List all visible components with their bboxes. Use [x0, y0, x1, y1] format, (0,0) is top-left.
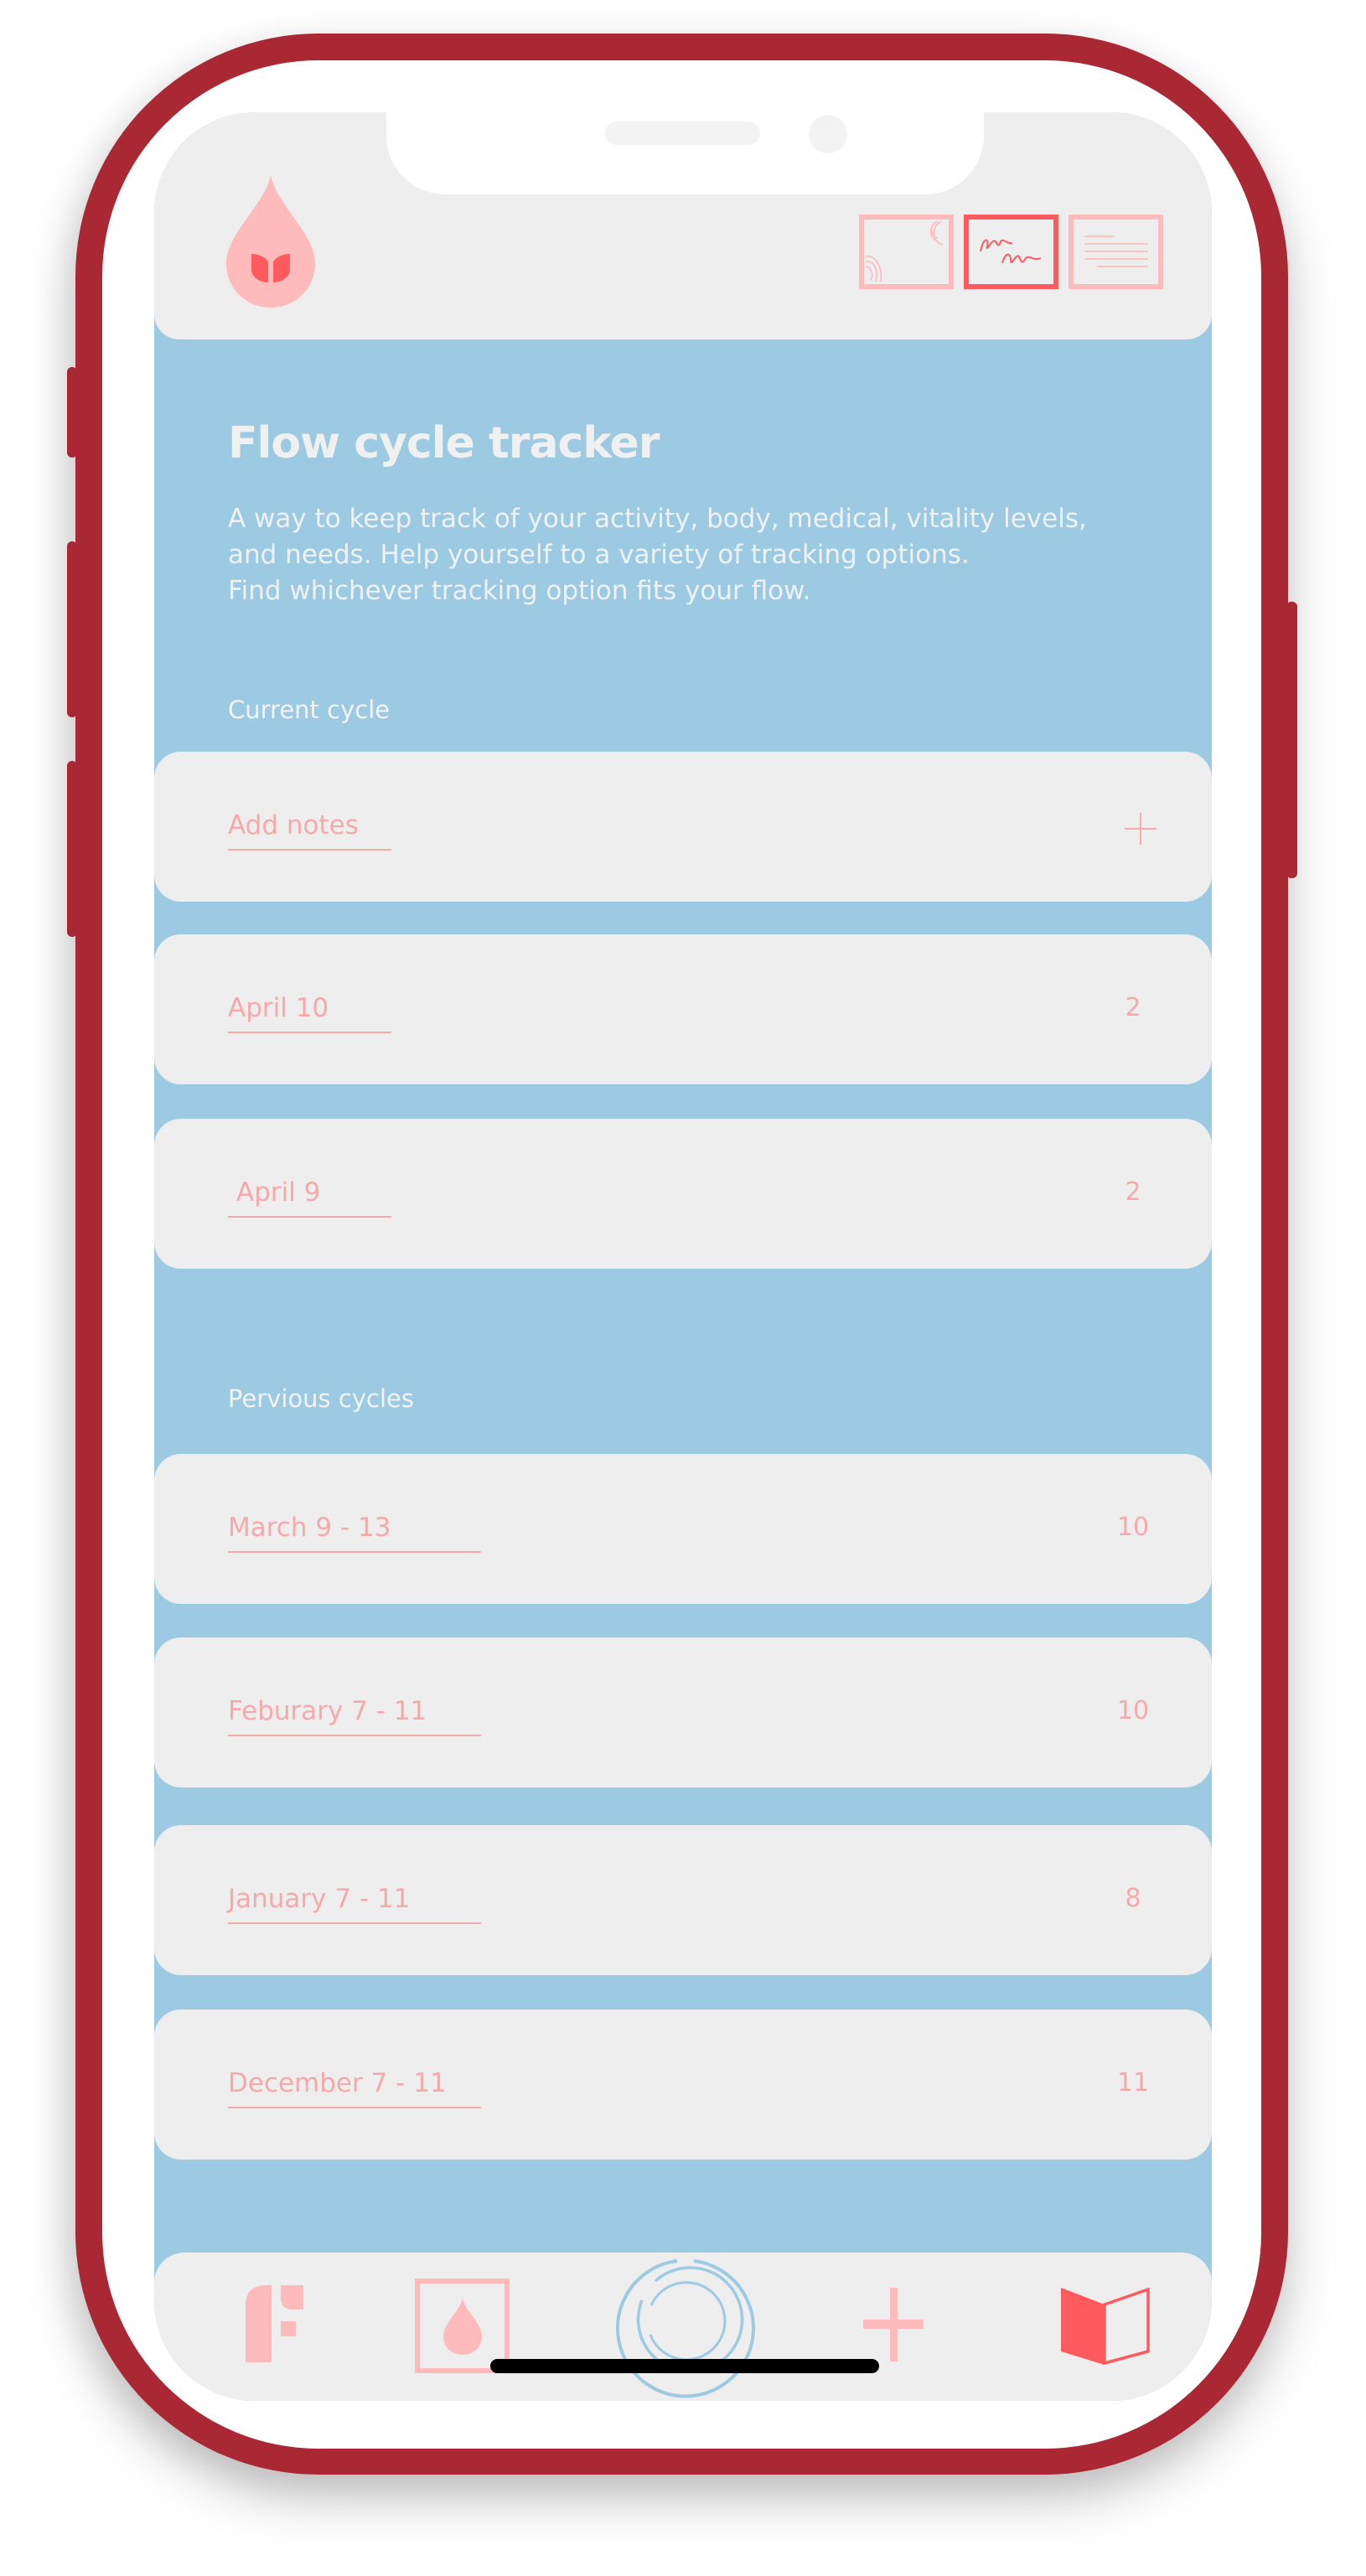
- entry-date: April 10: [228, 993, 329, 1023]
- entry-date: April 9: [236, 1177, 321, 1208]
- cycle-value: 10: [1116, 1513, 1150, 1542]
- view-toggle-scribble[interactable]: [964, 215, 1058, 289]
- volume-down-button: [67, 761, 77, 937]
- cycle-value: 11: [1116, 2068, 1150, 2098]
- underline: [228, 1032, 391, 1033]
- volume-up-button: [67, 541, 77, 717]
- page-title: Flow cycle tracker: [228, 418, 660, 468]
- blood-drop-logo-icon: [226, 175, 315, 308]
- sound-waves-icon: [865, 220, 944, 282]
- entry-value: 2: [1125, 1177, 1141, 1207]
- underline: [228, 2107, 481, 2108]
- previous-cycles-heading: Pervious cycles: [228, 1384, 414, 1413]
- previous-cycle-entry[interactable]: Feburary 7 - 11 10: [154, 1637, 1212, 1787]
- add-notes-card[interactable]: Add notes: [154, 752, 1212, 902]
- underline: [228, 1735, 481, 1736]
- cycle-dates: Feburary 7 - 11: [228, 1696, 427, 1726]
- current-cycle-heading: Current cycle: [228, 696, 391, 724]
- home-indicator[interactable]: [490, 2359, 879, 2373]
- app-screen: Flow cycle tracker A way to keep track o…: [154, 112, 1212, 2401]
- open-book-icon[interactable]: [1061, 2288, 1150, 2365]
- f-logo-icon[interactable]: [246, 2285, 304, 2362]
- view-toggle-waves[interactable]: [859, 215, 954, 289]
- previous-cycle-entry[interactable]: December 7 - 11 11: [154, 2010, 1212, 2160]
- previous-cycle-entry[interactable]: March 9 - 13 10: [154, 1454, 1212, 1604]
- power-button: [1286, 602, 1297, 878]
- previous-cycle-entry[interactable]: January 7 - 11 8: [154, 1825, 1212, 1975]
- bottom-nav: [154, 2253, 1212, 2401]
- entry-value: 2: [1125, 993, 1141, 1022]
- description-line: and needs. Help yourself to a variety of…: [228, 540, 970, 570]
- front-camera: [809, 115, 847, 153]
- add-nav-plus-icon[interactable]: [863, 2288, 924, 2361]
- cycle-value: 8: [1125, 1884, 1141, 1913]
- app-header: [154, 112, 1212, 339]
- phone-frame: Flow cycle tracker A way to keep track o…: [67, 34, 1297, 2475]
- drop-icon: [443, 2298, 482, 2355]
- underline: [228, 1922, 481, 1924]
- phone-bezel: Flow cycle tracker A way to keep track o…: [102, 60, 1261, 2449]
- underline: [228, 849, 391, 851]
- description-line: A way to keep track of your activity, bo…: [228, 504, 1087, 534]
- add-notes-label[interactable]: Add notes: [228, 810, 359, 841]
- cycle-dates: December 7 - 11: [228, 2068, 447, 2098]
- cycle-dates: March 9 - 13: [228, 1513, 391, 1543]
- view-toggle-lines[interactable]: [1068, 215, 1163, 289]
- plus-icon[interactable]: [1125, 813, 1156, 845]
- side-button-left: [67, 367, 77, 458]
- concentric-rings-icon[interactable]: [613, 2257, 758, 2401]
- underline: [228, 1551, 481, 1553]
- cycle-value: 10: [1116, 1696, 1150, 1725]
- description-line: Find whichever tracking option fits your…: [228, 576, 811, 606]
- current-cycle-entry[interactable]: April 10 2: [154, 934, 1212, 1084]
- current-cycle-entry[interactable]: April 9 2: [154, 1119, 1212, 1269]
- text-lines-icon: [1084, 235, 1148, 267]
- scribble-icon: [980, 239, 1042, 264]
- underline: [228, 1216, 391, 1218]
- cycle-dates: January 7 - 11: [228, 1884, 411, 1914]
- page-description: A way to keep track of your activity, bo…: [228, 501, 1167, 609]
- notch: [386, 112, 984, 194]
- speaker: [605, 122, 760, 145]
